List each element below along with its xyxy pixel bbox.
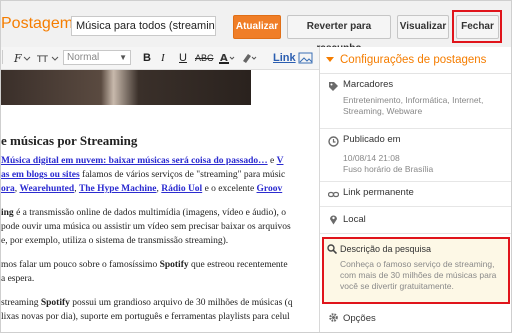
- tag-icon: [328, 81, 339, 92]
- preview-button[interactable]: Visualizar: [397, 15, 449, 39]
- post-link[interactable]: Música digital em nuvem: baixar músicas …: [1, 156, 268, 166]
- location-title: Local: [343, 214, 366, 225]
- underline-button[interactable]: U: [179, 51, 187, 65]
- paragraph-line: a espera.: [1, 274, 35, 284]
- gear-icon: [328, 312, 339, 323]
- paragraph-line: Música digital em nuvem: baixar músicas …: [1, 156, 283, 166]
- paragraph-line: streaming Spotify possui um grandioso ar…: [1, 298, 293, 308]
- revert-to-draft-button[interactable]: Reverter para rascunho: [287, 15, 391, 54]
- svg-text:TT: TT: [37, 55, 48, 65]
- text-span: é a transmissão online de dados multimíd…: [13, 208, 286, 218]
- font-family-icon[interactable]: F: [13, 51, 31, 65]
- post-link[interactable]: V: [277, 156, 284, 166]
- top-bar: Postagem Música para todos (streaming de…: [1, 1, 511, 54]
- link-icon: [328, 189, 339, 200]
- settings-title: Configurações de postagens: [340, 54, 487, 66]
- collapse-arrow-icon: [326, 57, 334, 62]
- search-description-text[interactable]: Conheça o famoso serviço de streaming, c…: [340, 259, 508, 292]
- text-span: streaming: [1, 298, 41, 308]
- text-span: falamos de vários serviços de "streaming…: [79, 170, 286, 180]
- options-section[interactable]: Opções: [320, 309, 511, 329]
- labels-title: Marcadores: [343, 79, 394, 90]
- settings-header[interactable]: Configurações de postagens: [320, 47, 511, 74]
- post-image: [1, 70, 251, 105]
- editor-window: Postagem Música para todos (streaming de…: [0, 0, 512, 333]
- post-settings-panel: Configurações de postagens Marcadores En…: [319, 47, 511, 332]
- bold-text: ing: [1, 208, 14, 218]
- post-link[interactable]: ora: [1, 184, 15, 194]
- options-title: Opções: [343, 313, 376, 324]
- paragraph-line: mos falar um pouco sobre o famosíssimo S…: [1, 260, 288, 270]
- update-button[interactable]: Atualizar: [233, 15, 281, 39]
- post-title-input[interactable]: Música para todos (streaming de q: [71, 16, 216, 36]
- format-select[interactable]: Normal ▼: [63, 50, 131, 65]
- labels-section[interactable]: Marcadores Entretenimento, Informática, …: [320, 74, 511, 129]
- insert-image-icon[interactable]: [298, 51, 314, 65]
- permalink-section[interactable]: Link permanente: [320, 182, 511, 207]
- bold-text: Spotify: [40, 298, 70, 308]
- post-heading: e músicas por Streaming: [1, 133, 138, 148]
- published-title: Publicado em: [343, 134, 401, 145]
- published-date: 10/08/14 21:08: [343, 153, 400, 163]
- location-section[interactable]: Local: [320, 207, 511, 234]
- bold-text: Spotify: [159, 260, 189, 270]
- location-pin-icon: [328, 214, 339, 225]
- text-span: e: [267, 156, 277, 166]
- clock-icon: [328, 136, 339, 147]
- page-title: Postagem: [1, 15, 74, 32]
- strikethrough-button[interactable]: ABC: [195, 51, 214, 65]
- text-span: que estreou recentemente: [188, 260, 288, 270]
- close-highlight-annotation: [452, 10, 502, 43]
- text-span: mos falar um pouco sobre o famosíssimo: [1, 260, 160, 270]
- paragraph-line: lixas novas por dia), suporte em portugu…: [1, 312, 290, 322]
- link-button[interactable]: Link: [273, 51, 296, 65]
- paragraph-line: ing é a transmissão online de dados mult…: [1, 208, 286, 218]
- formatting-toolbar: F TT Normal ▼ B I U ABC A Link: [1, 47, 319, 70]
- toolbar-separator: [1, 50, 5, 64]
- paragraph-line: as em blogs ou sites falamos de vários s…: [1, 170, 285, 180]
- chevron-down-icon: ▼: [119, 53, 127, 62]
- labels-value: Entretenimento, Informática, Internet, S…: [343, 95, 484, 116]
- text-span: possui um grandioso arquivo de 30 milhõe…: [69, 298, 293, 308]
- post-link[interactable]: as em blogs ou sites: [1, 170, 80, 180]
- text-span: e o excelente: [202, 184, 257, 194]
- format-select-value: Normal: [67, 52, 100, 63]
- paragraph-line: e, por exemplo, utiliza o sistema de tra…: [1, 236, 229, 246]
- text-color-icon[interactable]: A: [219, 51, 235, 65]
- post-link[interactable]: The Hype Machine: [79, 184, 157, 194]
- post-link[interactable]: Groov: [257, 184, 283, 194]
- post-link[interactable]: Wearehunted: [19, 184, 74, 194]
- permalink-title: Link permanente: [343, 187, 414, 198]
- search-icon: [327, 244, 337, 254]
- bold-button[interactable]: B: [143, 51, 151, 65]
- search-description-title: Descrição da pesquisa: [340, 244, 432, 254]
- paragraph-line: ora, Wearehunted, The Hype Machine, Rádi…: [1, 184, 283, 194]
- published-timezone: Fuso horário de Brasília: [343, 164, 434, 174]
- post-body-editor[interactable]: e músicas por Streaming Música digital e…: [1, 70, 319, 332]
- italic-button[interactable]: I: [161, 51, 165, 65]
- search-description-section[interactable]: Descrição da pesquisa Conheça o famoso s…: [322, 237, 510, 304]
- font-size-icon[interactable]: TT: [37, 51, 59, 65]
- paragraph-line: pode ouvir uma música ou assistir um víd…: [1, 222, 291, 232]
- svg-text:F: F: [13, 52, 22, 65]
- post-link[interactable]: Rádio Uol: [161, 184, 202, 194]
- published-section[interactable]: Publicado em 10/08/14 21:08 Fuso horário…: [320, 129, 511, 182]
- highlight-color-icon[interactable]: [241, 51, 257, 65]
